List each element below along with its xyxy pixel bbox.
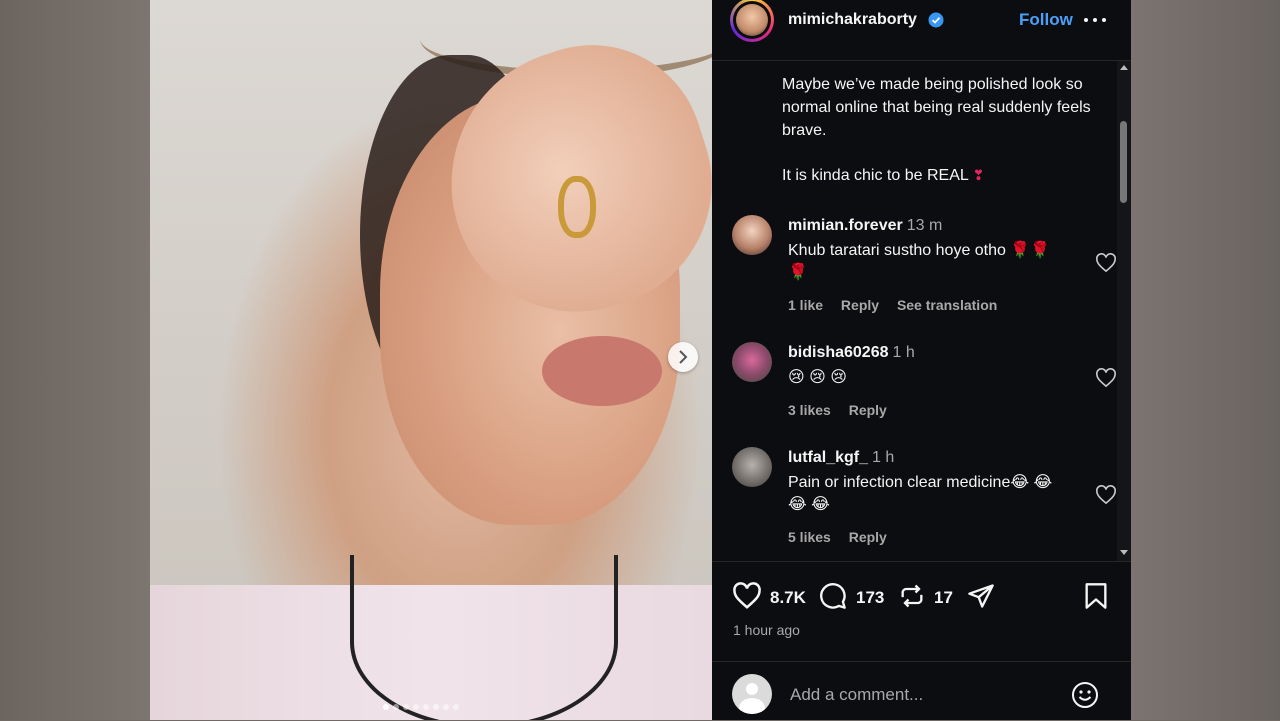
repost-count[interactable]: 17 (934, 588, 953, 608)
post-actions: 8.7K 173 17 1 hour ago (712, 561, 1131, 662)
reply-button[interactable]: Reply (841, 297, 879, 313)
backdrop-left (0, 0, 150, 720)
commenter-username[interactable]: mimian.forever 13 m (788, 217, 942, 235)
comment-like-heart-icon[interactable] (1095, 368, 1117, 388)
comment-like-heart-icon[interactable] (1095, 253, 1117, 273)
comment-time: 1 h (892, 344, 915, 361)
carousel-dot[interactable] (413, 704, 419, 710)
scroll-up-arrow-icon[interactable] (1120, 65, 1128, 70)
commenter-username[interactable]: lutfal_kgf_ 1 h (788, 449, 894, 467)
reply-button[interactable]: Reply (849, 529, 887, 545)
post-header: mimichakraborty Follow (712, 0, 1131, 61)
heart-icon[interactable] (732, 582, 762, 610)
comment-text: Pain or infection clear medicine😂 😂 😂 😂 (788, 474, 1053, 513)
caption-line-2: It is kinda chic to be REAL ❣ (782, 167, 985, 184)
carousel-dots (383, 704, 459, 712)
comment-meta: 5 likes Reply (788, 529, 901, 545)
add-comment-bar (712, 661, 1131, 721)
carousel-dot[interactable] (453, 704, 459, 710)
backdrop-right (1131, 0, 1280, 720)
comment-text: Khub taratari sustho hoye otho 🌹🌹🌹 (788, 242, 1051, 281)
comment-time: 13 m (906, 217, 943, 234)
comments-list[interactable]: Maybe we’ve made being polished look so … (712, 61, 1131, 561)
author-username[interactable]: mimichakraborty (788, 11, 917, 29)
comment-icon[interactable] (818, 582, 848, 610)
heart-exclamation-emoji: ❣ (972, 167, 985, 183)
comment-meta: 3 likes Reply (788, 402, 901, 418)
see-translation-button[interactable]: See translation (897, 297, 997, 313)
carousel-dot[interactable] (423, 704, 429, 710)
carousel-dot[interactable] (403, 704, 409, 710)
carousel-next-button[interactable] (668, 342, 698, 372)
chevron-right-icon (679, 350, 688, 364)
carousel-dot[interactable] (433, 704, 439, 710)
commenter-avatar[interactable] (732, 215, 772, 255)
comment-like-heart-icon[interactable] (1095, 485, 1117, 505)
emoji-icon[interactable] (1071, 681, 1099, 709)
like-count[interactable]: 8.7K (770, 588, 806, 608)
follow-button[interactable]: Follow (1019, 10, 1073, 30)
comment-time: 1 h (872, 449, 895, 466)
photo-lips (542, 336, 662, 406)
photo-necklace (350, 555, 618, 720)
comment-text: 😢 😢 😢 (788, 369, 847, 386)
share-icon[interactable] (966, 582, 996, 610)
post-media[interactable] (150, 0, 712, 720)
commenter-username[interactable]: bidisha60268 1 h (788, 344, 915, 362)
bookmark-icon[interactable] (1084, 582, 1108, 610)
comment-likes[interactable]: 3 likes (788, 402, 831, 418)
post-caption: Maybe we’ve made being polished look so … (782, 73, 1102, 187)
comment-likes[interactable]: 5 likes (788, 529, 831, 545)
more-options-icon[interactable] (1082, 10, 1108, 30)
post-side-panel: mimichakraborty Follow Maybe we’ve made … (712, 0, 1131, 720)
carousel-dot[interactable] (383, 704, 389, 710)
verified-badge-icon (928, 12, 944, 28)
comment-count[interactable]: 173 (856, 588, 884, 608)
caption-line: Maybe we’ve made being polished look so … (782, 76, 1091, 139)
photo-ring (558, 176, 596, 238)
scroll-down-arrow-icon[interactable] (1120, 550, 1128, 555)
commenter-avatar[interactable] (732, 447, 772, 487)
author-avatar[interactable] (730, 0, 774, 42)
comments-scrollbar[interactable] (1117, 61, 1131, 561)
carousel-dot[interactable] (443, 704, 449, 710)
scroll-thumb[interactable] (1120, 121, 1127, 203)
comment-meta: 1 like Reply See translation (788, 297, 1011, 313)
current-user-avatar (732, 674, 772, 714)
comment-likes[interactable]: 1 like (788, 297, 823, 313)
reply-button[interactable]: Reply (849, 402, 887, 418)
commenter-avatar[interactable] (732, 342, 772, 382)
posted-time[interactable]: 1 hour ago (733, 622, 800, 638)
carousel-dot[interactable] (393, 704, 399, 710)
add-comment-input[interactable] (788, 680, 1062, 710)
repost-icon[interactable] (898, 582, 926, 610)
